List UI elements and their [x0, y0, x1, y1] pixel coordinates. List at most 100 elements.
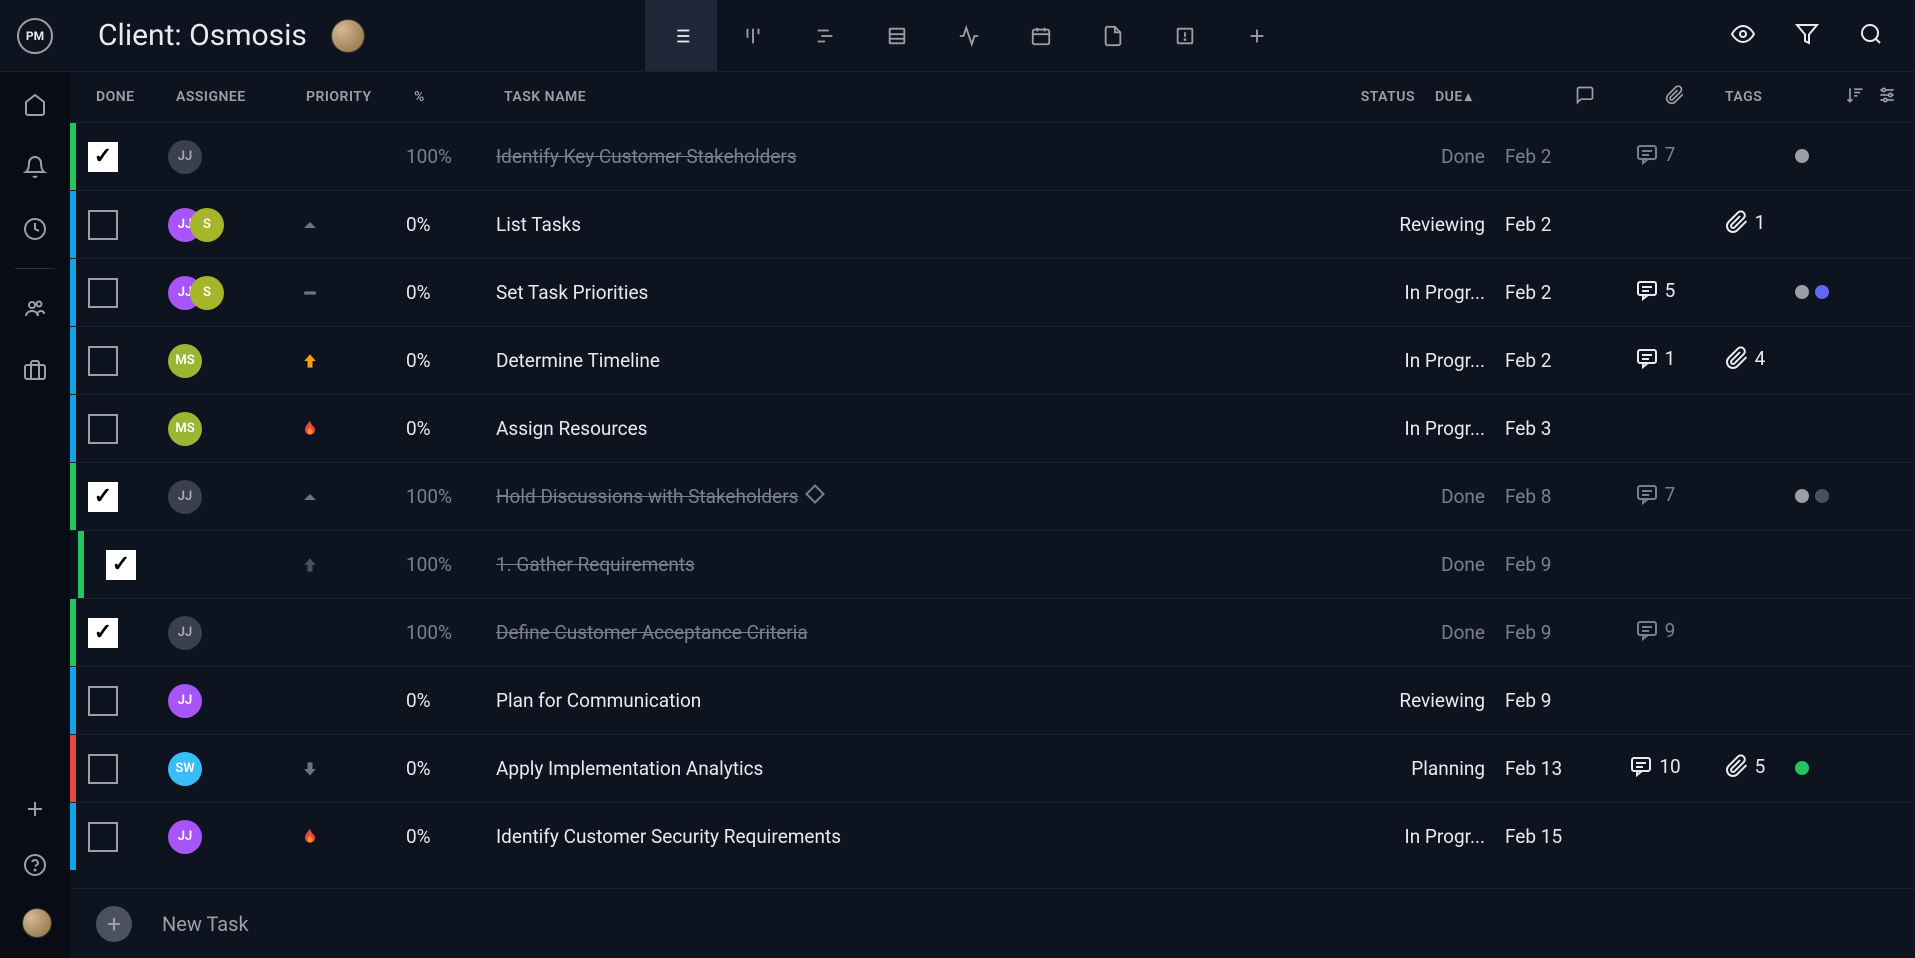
cell-task-name[interactable]: Hold Discussions with Stakeholders — [496, 485, 1345, 508]
view-add-tab[interactable] — [1221, 0, 1293, 71]
task-row[interactable]: JJS0%Set Task PrioritiesIn Progr...Feb 2… — [70, 258, 1915, 326]
assignee-avatar[interactable]: JJ — [168, 684, 202, 718]
column-tags[interactable]: TAGS — [1715, 89, 1845, 105]
cell-percent[interactable]: 0% — [406, 417, 496, 440]
cell-percent[interactable]: 100% — [406, 621, 496, 644]
cell-attachments[interactable]: 5 — [1705, 754, 1785, 783]
cell-priority[interactable] — [298, 689, 406, 713]
tag-dot[interactable] — [1795, 149, 1809, 163]
assignee-avatar[interactable]: JJ — [168, 480, 202, 514]
done-checkbox[interactable] — [88, 142, 118, 172]
filter-button[interactable] — [1795, 22, 1819, 50]
column-done[interactable]: DONE — [96, 89, 176, 105]
tag-dot[interactable] — [1815, 489, 1829, 503]
column-comments[interactable] — [1535, 85, 1635, 109]
sidebar-help[interactable] — [22, 852, 48, 878]
cell-task-name[interactable]: Identify Key Customer Stakeholders — [496, 145, 1345, 168]
done-checkbox[interactable] — [88, 482, 118, 512]
column-assignee[interactable]: ASSIGNEE — [176, 89, 306, 105]
sidebar-notifications[interactable] — [22, 154, 48, 180]
cell-attachments[interactable]: 4 — [1705, 346, 1785, 375]
cell-percent[interactable]: 0% — [406, 213, 496, 236]
assignee-avatar[interactable]: MS — [168, 344, 202, 378]
sidebar-user-avatar[interactable] — [22, 908, 52, 938]
cell-assignee[interactable]: JJ — [168, 616, 298, 650]
cell-percent[interactable]: 0% — [406, 689, 496, 712]
cell-comments[interactable]: 5 — [1605, 278, 1705, 307]
cell-priority[interactable] — [298, 825, 406, 849]
cell-due[interactable]: Feb 3 — [1495, 417, 1605, 440]
cell-priority[interactable] — [298, 145, 406, 169]
cell-tags[interactable] — [1785, 145, 1915, 168]
view-gantt-tab[interactable] — [789, 0, 861, 71]
tag-dot[interactable] — [1815, 285, 1829, 299]
search-button[interactable] — [1859, 22, 1883, 50]
cell-assignee[interactable]: JJS — [168, 276, 298, 310]
cell-percent[interactable]: 0% — [406, 281, 496, 304]
cell-assignee[interactable]: SW — [168, 752, 298, 786]
cell-assignee[interactable]: MS — [168, 344, 298, 378]
app-logo[interactable]: PM — [0, 18, 70, 54]
cell-status[interactable]: Reviewing — [1345, 689, 1495, 712]
task-row[interactable]: MS0%Determine TimelineIn Progr...Feb 214 — [70, 326, 1915, 394]
cell-priority[interactable] — [298, 485, 406, 509]
task-row[interactable]: JJ100%Define Customer Acceptance Criteri… — [70, 598, 1915, 666]
view-board-tab[interactable] — [717, 0, 789, 71]
assignee-avatar[interactable]: S — [190, 276, 224, 310]
cell-priority[interactable] — [298, 213, 406, 237]
cell-task-name[interactable]: Assign Resources — [496, 417, 1345, 440]
done-checkbox[interactable] — [88, 278, 118, 308]
task-row[interactable]: 100%1. Gather RequirementsDoneFeb 9 — [70, 530, 1915, 598]
column-status[interactable]: STATUS — [1275, 89, 1425, 105]
cell-status[interactable]: In Progr... — [1345, 349, 1495, 372]
cell-assignee[interactable]: JJ — [168, 684, 298, 718]
task-row[interactable]: JJ100%Identify Key Customer Stakeholders… — [70, 122, 1915, 190]
done-checkbox[interactable] — [106, 550, 136, 580]
assignee-avatar[interactable]: S — [190, 208, 224, 242]
cell-percent[interactable]: 100% — [406, 553, 496, 576]
cell-status[interactable]: Done — [1345, 145, 1495, 168]
new-task-row[interactable]: + New Task — [70, 888, 1915, 958]
cell-due[interactable]: Feb 9 — [1495, 553, 1605, 576]
view-calendar-tab[interactable] — [1005, 0, 1077, 71]
cell-comments[interactable]: 10 — [1605, 754, 1705, 783]
cell-status[interactable]: Reviewing — [1345, 213, 1495, 236]
cell-comments[interactable]: 9 — [1605, 618, 1705, 647]
cell-status[interactable]: Done — [1345, 485, 1495, 508]
cell-comments[interactable]: 7 — [1605, 482, 1705, 511]
cell-priority[interactable] — [298, 349, 406, 373]
cell-priority[interactable] — [298, 553, 406, 577]
cell-assignee[interactable]: JJS — [168, 208, 298, 242]
cell-assignee[interactable]: JJ — [168, 480, 298, 514]
sort-button[interactable] — [1845, 85, 1865, 109]
cell-tags[interactable] — [1785, 757, 1915, 780]
cell-percent[interactable]: 0% — [406, 825, 496, 848]
view-risks-tab[interactable] — [1149, 0, 1221, 71]
visibility-button[interactable] — [1731, 22, 1755, 50]
cell-percent[interactable]: 0% — [406, 757, 496, 780]
cell-percent[interactable]: 0% — [406, 349, 496, 372]
view-list-tab[interactable] — [645, 0, 717, 71]
sidebar-home[interactable] — [22, 92, 48, 118]
done-checkbox[interactable] — [88, 686, 118, 716]
tag-dot[interactable] — [1795, 285, 1809, 299]
task-row[interactable]: JJ 0%Plan for CommunicationReviewingFeb 9 — [70, 666, 1915, 734]
cell-status[interactable]: In Progr... — [1345, 825, 1495, 848]
sidebar-team[interactable] — [22, 295, 48, 321]
sidebar-recent[interactable] — [22, 216, 48, 242]
cell-assignee[interactable]: JJ — [168, 140, 298, 174]
cell-due[interactable]: Feb 2 — [1495, 349, 1605, 372]
assignee-avatar[interactable]: SW — [168, 752, 202, 786]
settings-button[interactable] — [1877, 85, 1897, 109]
cell-due[interactable]: Feb 9 — [1495, 689, 1605, 712]
cell-attachments[interactable]: 1 — [1705, 210, 1785, 239]
cell-status[interactable]: In Progr... — [1345, 417, 1495, 440]
assignee-avatar[interactable]: JJ — [168, 616, 202, 650]
cell-status[interactable]: Done — [1345, 621, 1495, 644]
sidebar-portfolio[interactable] — [22, 357, 48, 383]
cell-assignee[interactable]: MS — [168, 412, 298, 446]
cell-due[interactable]: Feb 13 — [1495, 757, 1605, 780]
cell-task-name[interactable]: List Tasks — [496, 213, 1345, 236]
cell-priority[interactable] — [298, 417, 406, 441]
cell-task-name[interactable]: Plan for Communication — [496, 689, 1345, 712]
